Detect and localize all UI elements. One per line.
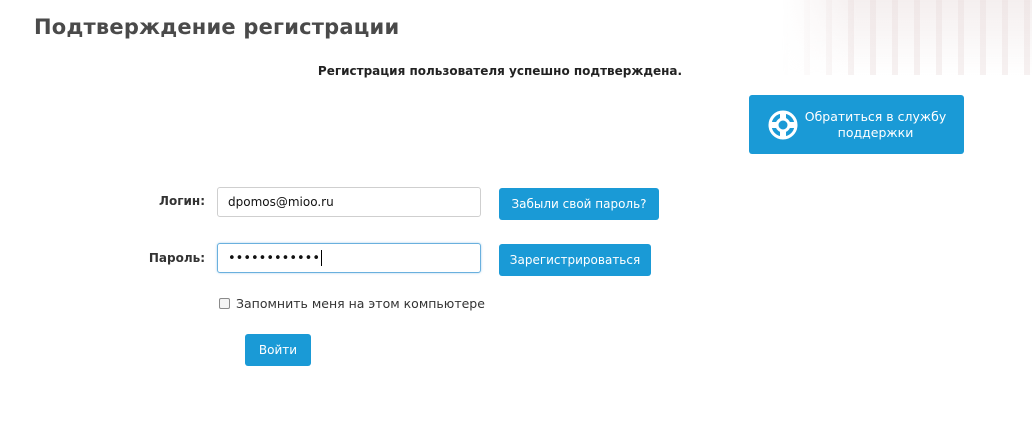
text-caret: [321, 250, 323, 266]
login-label: Логин:: [159, 194, 205, 208]
remember-checkbox[interactable]: [219, 298, 230, 309]
page-title: Подтверждение регистрации: [34, 15, 400, 39]
login-submit-button[interactable]: Войти: [245, 334, 311, 366]
login-input[interactable]: dpomos@mioo.ru: [217, 187, 481, 217]
register-button[interactable]: Зарегистрироваться: [499, 244, 651, 276]
forgot-password-button[interactable]: Забыли свой пароль?: [499, 188, 659, 220]
support-button[interactable]: Обратиться в службу поддержки: [749, 95, 964, 154]
success-message: Регистрация пользователя успешно подтвер…: [317, 64, 683, 78]
remember-label: Запомнить меня на этом компьютере: [236, 296, 485, 311]
support-button-label: Обратиться в службу поддержки: [804, 108, 947, 140]
password-masked-value: ••••••••••••: [228, 250, 321, 266]
lifebuoy-icon: [767, 109, 799, 141]
password-label: Пароль:: [148, 251, 205, 265]
password-input[interactable]: ••••••••••••: [217, 243, 481, 273]
login-value: dpomos@mioo.ru: [228, 195, 334, 209]
remember-me[interactable]: Запомнить меня на этом компьютере: [219, 296, 485, 311]
